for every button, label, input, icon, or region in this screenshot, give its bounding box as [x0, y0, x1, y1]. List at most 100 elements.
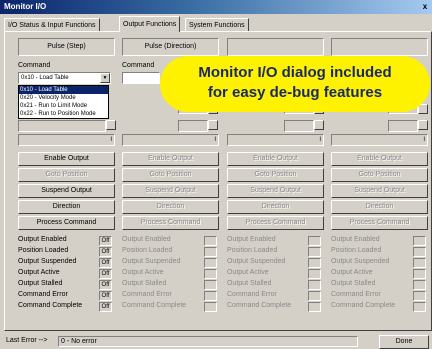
status-indicator	[204, 280, 217, 290]
status-indicator	[413, 236, 426, 246]
command-selected-value: 0x10 - Load Table	[21, 75, 69, 81]
status-output-active: Output Active	[331, 269, 373, 276]
status-indicator: Off	[99, 247, 112, 257]
status-indicator	[413, 291, 426, 301]
status-indicator	[204, 291, 217, 301]
goto-position-button[interactable]: Goto Position	[122, 168, 219, 182]
command-dropdown-list[interactable]: 0x10 - Load Table 0x20 - Velocity Mode 0…	[18, 85, 109, 119]
promo-line-1: Monitor I/O dialog included	[198, 64, 392, 81]
status-indicator	[413, 269, 426, 279]
suspend-output-button[interactable]: Suspend Output	[227, 184, 324, 198]
direction-button[interactable]: Direction	[331, 200, 428, 214]
spinner-button[interactable]	[106, 120, 116, 130]
enable-output-button[interactable]: Enable Output	[18, 152, 115, 166]
status-indicator: Off	[99, 302, 112, 312]
enable-output-button[interactable]: Enable Output	[331, 152, 428, 166]
spinner-button[interactable]	[418, 120, 428, 130]
status-indicator	[204, 302, 217, 312]
command-label-2: Command	[122, 62, 155, 69]
status-output-suspended: Output Suspended	[227, 258, 286, 265]
suspend-output-button[interactable]: Suspend Output	[18, 184, 115, 198]
status-indicator	[308, 291, 321, 301]
column-header-1: Pulse (Step)	[18, 38, 115, 56]
status-indicator	[413, 280, 426, 290]
chevron-down-icon[interactable]: ▼	[100, 73, 110, 83]
promo-callout: Monitor I/O dialog included for easy de-…	[160, 56, 430, 112]
dropdown-option[interactable]: 0x20 - Velocity Mode	[19, 94, 108, 102]
status-bar: Last Error --> 0 - No error Done	[0, 334, 432, 349]
status-indicator	[308, 280, 321, 290]
status-indicator	[204, 247, 217, 257]
status-indicator	[308, 269, 321, 279]
status-indicator	[308, 258, 321, 268]
process-command-button[interactable]: Process Command	[227, 216, 324, 230]
suspend-output-button[interactable]: Suspend Output	[122, 184, 219, 198]
done-button[interactable]: Done	[379, 335, 429, 349]
status-indicator	[204, 236, 217, 246]
status-indicator: Off	[99, 236, 112, 246]
status-indicator: Off	[99, 280, 112, 290]
status-indicator	[308, 236, 321, 246]
process-command-button[interactable]: Process Command	[18, 216, 115, 230]
close-icon[interactable]: x	[420, 2, 430, 12]
status-output-enabled: Output Enabled	[18, 236, 67, 243]
promo-line-2: for easy de-bug features	[207, 84, 383, 101]
readout-field-3: I	[227, 134, 324, 146]
goto-position-button[interactable]: Goto Position	[18, 168, 115, 182]
status-output-suspended: Output Suspended	[122, 258, 181, 265]
status-position-loaded: Position Loaded	[227, 247, 278, 254]
suspend-output-button[interactable]: Suspend Output	[331, 184, 428, 198]
process-command-button[interactable]: Process Command	[122, 216, 219, 230]
status-output-suspended: Output Suspended	[18, 258, 77, 265]
enable-output-button[interactable]: Enable Output	[122, 152, 219, 166]
status-position-loaded: Position Loaded	[122, 247, 173, 254]
goto-position-button[interactable]: Goto Position	[227, 168, 324, 182]
enable-output-button[interactable]: Enable Output	[227, 152, 324, 166]
command-label: Command	[18, 62, 51, 69]
status-output-stalled: Output Stalled	[18, 280, 63, 287]
readout-field-4: I	[331, 134, 428, 146]
value-field-3b[interactable]	[284, 120, 314, 132]
status-indicator	[308, 302, 321, 312]
status-output-stalled: Output Stalled	[331, 280, 376, 287]
last-error-label: Last Error -->	[6, 337, 48, 344]
status-output-enabled: Output Enabled	[122, 236, 171, 243]
last-error-message: 0 - No error	[58, 336, 358, 347]
status-command-complete: Command Complete	[331, 302, 396, 309]
command-select-2[interactable]	[122, 72, 160, 84]
direction-button[interactable]: Direction	[18, 200, 115, 214]
status-position-loaded: Position Loaded	[331, 247, 382, 254]
dropdown-option[interactable]: 0x22 - Run to Position Mode	[19, 110, 108, 118]
status-command-complete: Command Complete	[122, 302, 187, 309]
status-command-error: Command Error	[227, 291, 277, 298]
status-indicator: Off	[99, 258, 112, 268]
window-title: Monitor I/O	[4, 2, 47, 11]
status-command-error: Command Error	[18, 291, 68, 298]
status-indicator	[413, 302, 426, 312]
status-indicator	[413, 247, 426, 257]
spinner-button[interactable]	[208, 120, 218, 130]
spinner-button[interactable]	[314, 120, 324, 130]
tab-output-functions[interactable]: Output Functions	[119, 16, 181, 32]
status-output-enabled: Output Enabled	[227, 236, 276, 243]
value-field-1a[interactable]	[18, 120, 106, 132]
tab-system-functions[interactable]: System Functions	[185, 18, 249, 32]
status-indicator	[308, 247, 321, 257]
value-field-4b[interactable]	[388, 120, 418, 132]
status-indicator	[204, 269, 217, 279]
command-select[interactable]: 0x10 - Load Table ▼	[18, 72, 111, 84]
direction-button[interactable]: Direction	[122, 200, 219, 214]
readout-field-2: I	[122, 134, 219, 146]
direction-button[interactable]: Direction	[227, 200, 324, 214]
window-title-bar: Monitor I/O x	[0, 0, 432, 14]
process-command-button[interactable]: Process Command	[331, 216, 428, 230]
goto-position-button[interactable]: Goto Position	[331, 168, 428, 182]
status-command-complete: Command Complete	[18, 302, 83, 309]
column-header-3	[227, 38, 324, 56]
column-header-4	[331, 38, 428, 56]
tab-io-status[interactable]: I/O Status & Input Functions	[4, 18, 100, 32]
value-field-2b[interactable]	[178, 120, 208, 132]
dropdown-option[interactable]: 0x21 - Run to Limit Mode	[19, 102, 108, 110]
column-header-2: Pulse (Direction)	[122, 38, 219, 56]
dropdown-option[interactable]: 0x10 - Load Table	[19, 86, 108, 94]
